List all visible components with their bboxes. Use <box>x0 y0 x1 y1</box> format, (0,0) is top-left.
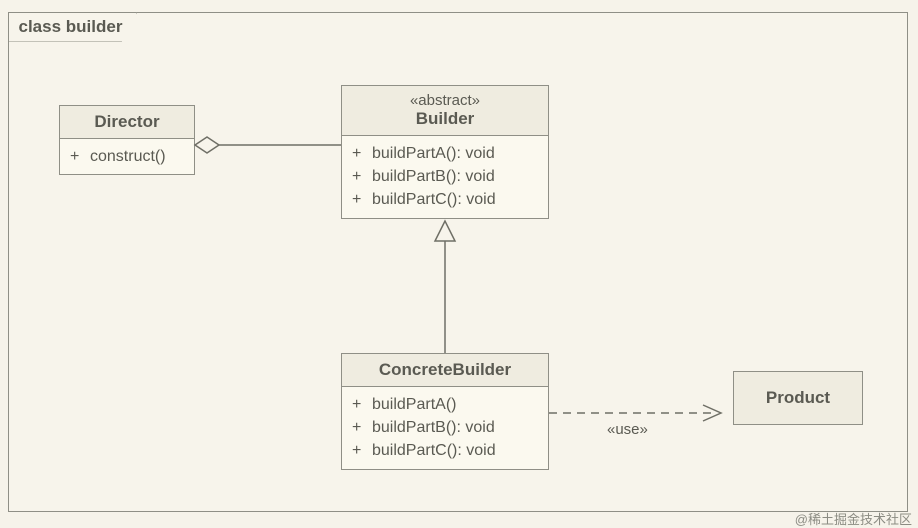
op-row: + construct() <box>70 145 184 168</box>
frame-title: class builder <box>8 12 138 42</box>
op-sig: buildPartC(): void <box>372 188 496 211</box>
edge-aggregation <box>195 137 341 153</box>
class-builder-name: Builder <box>416 109 475 128</box>
op-vis: + <box>352 416 372 439</box>
op-row: +buildPartB(): void <box>352 165 538 188</box>
builder-stereotype: «abstract» <box>354 92 536 109</box>
class-director: Director + construct() <box>59 105 195 175</box>
op-sig: buildPartA() <box>372 393 456 416</box>
op-sig: construct() <box>90 145 166 168</box>
class-builder-ops: +buildPartA(): void +buildPartB(): void … <box>342 136 548 218</box>
op-sig: buildPartB(): void <box>372 165 495 188</box>
class-concrete-ops: +buildPartA() +buildPartB(): void +build… <box>342 387 548 469</box>
op-sig: buildPartC(): void <box>372 439 496 462</box>
op-row: +buildPartB(): void <box>352 416 538 439</box>
class-builder: «abstract» Builder +buildPartA(): void +… <box>341 85 549 219</box>
diagram-frame: class builder Director + construct() «ab… <box>8 12 908 512</box>
class-product-name: Product <box>734 372 862 424</box>
op-vis: + <box>352 393 372 416</box>
edge-use-label: «use» <box>607 421 648 438</box>
edge-dependency-use <box>549 405 721 421</box>
class-product: Product <box>733 371 863 425</box>
op-vis: + <box>352 142 372 165</box>
op-row: +buildPartC(): void <box>352 439 538 462</box>
class-director-ops: + construct() <box>60 139 194 174</box>
class-concrete-builder: ConcreteBuilder +buildPartA() +buildPart… <box>341 353 549 470</box>
op-sig: buildPartA(): void <box>372 142 495 165</box>
op-vis: + <box>70 145 90 168</box>
op-vis: + <box>352 439 372 462</box>
edge-generalization <box>435 221 455 353</box>
class-concrete-name: ConcreteBuilder <box>342 354 548 387</box>
watermark: @稀土掘金技术社区 <box>795 509 912 528</box>
op-row: +buildPartC(): void <box>352 188 538 211</box>
op-vis: + <box>352 188 372 211</box>
class-director-name: Director <box>60 106 194 139</box>
op-row: +buildPartA() <box>352 393 538 416</box>
op-row: +buildPartA(): void <box>352 142 538 165</box>
op-vis: + <box>352 165 372 188</box>
class-builder-header: «abstract» Builder <box>342 86 548 136</box>
op-sig: buildPartB(): void <box>372 416 495 439</box>
